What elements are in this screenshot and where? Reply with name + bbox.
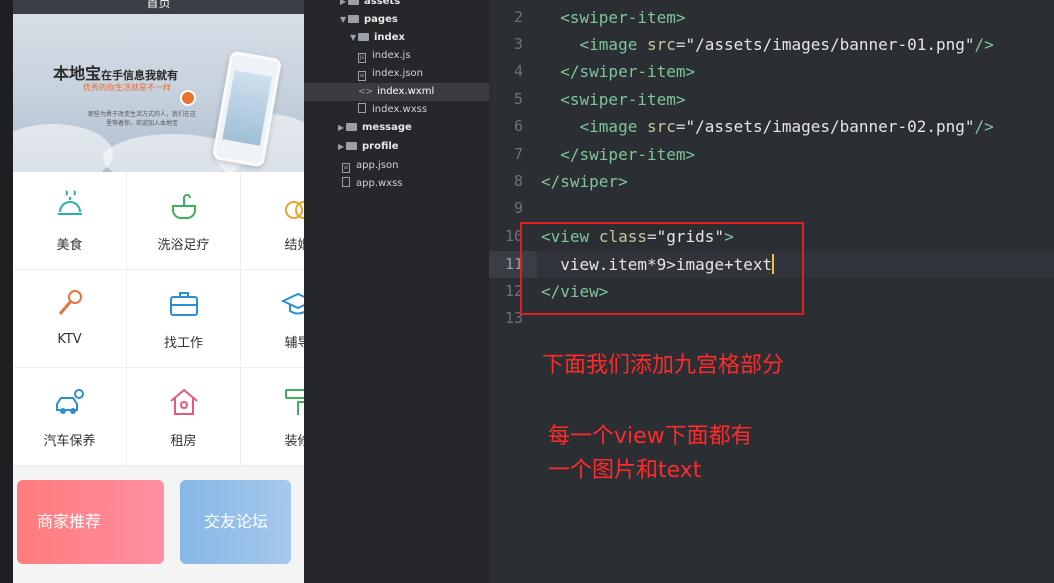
- promo-social-forum[interactable]: 交友论坛: [180, 480, 291, 564]
- tree-item-index-wxss[interactable]: index.wxss: [358, 101, 427, 119]
- microphone-icon: [58, 290, 82, 315]
- paint-roller-icon: [284, 389, 304, 415]
- nine-grid: 美食 洗浴足疗 结婚 KTV 找工作 辅导 汽车保养 租房 装修: [13, 172, 304, 466]
- tree-item-index-folder[interactable]: ▼ index: [350, 29, 405, 47]
- grid-item-label: 找工作: [163, 336, 203, 351]
- line-number: 13: [504, 309, 523, 327]
- folder-icon: [346, 142, 357, 150]
- code-line: </swiper-item>: [560, 145, 696, 164]
- line-number: 2: [513, 8, 523, 26]
- tree-item-message[interactable]: ▶ message: [338, 119, 412, 137]
- line-number: 8: [513, 172, 523, 190]
- code-line: <swiper-item>: [560, 90, 686, 109]
- json-file-icon: ≡: [342, 163, 350, 173]
- grid-item-wedding[interactable]: 结婚: [241, 172, 304, 270]
- folder-icon: [348, 15, 359, 23]
- line-number: 4: [513, 62, 523, 80]
- grid-item-ktv[interactable]: KTV: [13, 270, 127, 368]
- line-number: 5: [513, 90, 523, 108]
- car-service-icon: [55, 389, 84, 414]
- banner-subtitle: 优秀的你生活就是不一样: [83, 83, 171, 92]
- graduation-cap-icon: [280, 292, 304, 315]
- grid-item-label: 装修: [284, 434, 304, 449]
- navbar-title: 首页: [146, 0, 171, 10]
- grid-item-rent[interactable]: 租房: [127, 368, 241, 466]
- folder-icon: [348, 0, 359, 5]
- line-number: 7: [513, 145, 523, 163]
- code-line: </swiper>: [541, 172, 628, 191]
- code-line: <image src="/assets/images/banner-01.png…: [579, 35, 994, 54]
- bath-icon: [171, 194, 196, 219]
- food-icon: [57, 190, 82, 215]
- json-file-icon: ≡: [358, 71, 366, 81]
- tree-item-app-wxss[interactable]: app.wxss: [342, 175, 403, 193]
- grid-item-label: 美食: [56, 238, 83, 253]
- grid-item-label: KTV: [57, 332, 82, 347]
- grid-item-bath[interactable]: 洗浴足疗: [127, 172, 241, 270]
- tree-item-app-json[interactable]: ≡ app.json: [342, 157, 398, 175]
- code-line: <swiper-item>: [560, 8, 686, 27]
- banner-title: 本地宝在手信息我就有: [53, 64, 179, 83]
- line-number: 10: [504, 227, 523, 245]
- grid-item-label: 结婚: [284, 238, 304, 253]
- code-line: <image src="/assets/images/banner-02.png…: [579, 117, 994, 136]
- file-icon: [342, 177, 350, 187]
- rings-icon: [284, 201, 304, 219]
- code-file-icon: <>: [358, 87, 374, 97]
- annotation-note-1: 下面我们添加九宫格部分: [542, 353, 785, 378]
- grid-item-jobs[interactable]: 找工作: [127, 270, 241, 368]
- grid-item-label: 汽车保养: [43, 434, 96, 449]
- tree-item-index-js[interactable]: js index.js: [358, 47, 411, 65]
- grid-item-label: 辅导: [284, 336, 304, 351]
- annotation-note-2b: 一个图片和text: [548, 458, 702, 483]
- grid-item-label: 租房: [170, 434, 197, 449]
- banner-description: 那些为勇于改变生活方式的人，我们在这里等着你，欢迎加入本地宝: [87, 111, 196, 127]
- house-icon: [169, 388, 198, 415]
- tree-item-index-json[interactable]: ≡ index.json: [358, 65, 423, 83]
- swiper-banner[interactable]: 本地宝在手信息我就有 优秀的你生活就是不一样 那些为勇于改变生活方式的人，我们在…: [13, 14, 304, 172]
- grid-item-food[interactable]: 美食: [13, 172, 127, 270]
- navigation-bar: 首页: [13, 0, 304, 14]
- line-number: 9: [513, 199, 523, 217]
- tree-item-profile[interactable]: ▶ profile: [338, 138, 399, 156]
- folder-icon: [358, 33, 369, 41]
- grid-item-decoration[interactable]: 装修: [241, 368, 304, 466]
- tree-item-index-wxml[interactable]: <> index.wxml: [304, 83, 489, 101]
- grid-item-label: 洗浴足疗: [157, 238, 210, 253]
- annotation-note-2a: 每一个view下面都有: [548, 424, 753, 449]
- code-line: </swiper-item>: [560, 62, 696, 81]
- grid-item-tutoring[interactable]: 辅导: [241, 270, 304, 368]
- file-tree-panel: ▶ assets ▼ pages ▼ index js index.js ≡ index.…: [304, 0, 489, 583]
- tree-item-assets[interactable]: ▶ assets: [340, 0, 400, 11]
- file-icon: [358, 103, 366, 113]
- simulator-panel: 首页 本地宝在手信息我就有 优秀的你生活就是不一样 那些为勇于改变生活方式的人，…: [0, 0, 304, 583]
- tree-item-pages[interactable]: ▼ pages: [340, 11, 398, 29]
- line-number: 3: [513, 35, 523, 53]
- js-file-icon: js: [358, 53, 366, 63]
- grid-item-car-service[interactable]: 汽车保养: [13, 368, 127, 466]
- briefcase-icon: [169, 292, 198, 316]
- line-number: 6: [513, 117, 523, 135]
- promo-merchant-recommend[interactable]: 商家推荐: [17, 480, 164, 564]
- line-number: 12: [504, 282, 523, 300]
- banner-dot-icon: [180, 90, 196, 106]
- folder-icon: [346, 123, 357, 131]
- red-highlight-box: [520, 222, 804, 315]
